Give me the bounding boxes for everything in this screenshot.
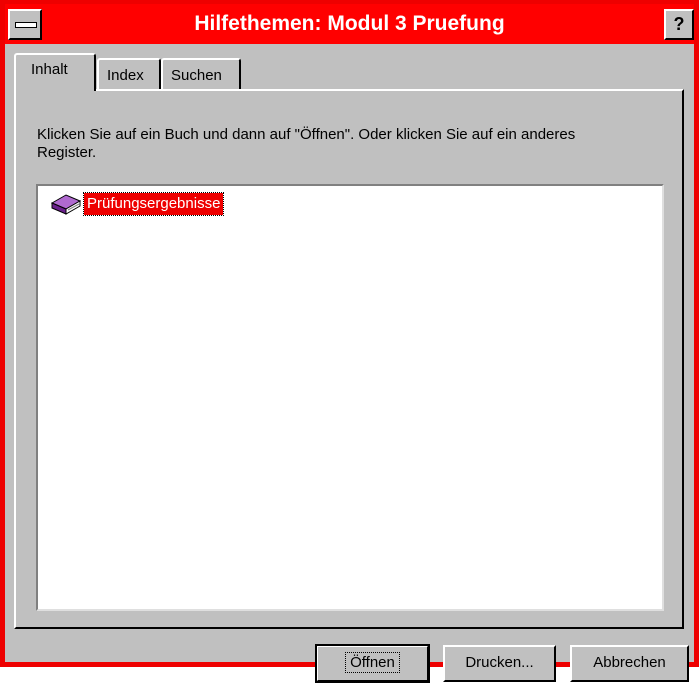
book-icon [50, 194, 82, 215]
tree-item-label: Prüfungsergebnisse [82, 192, 225, 216]
title-bar[interactable]: Hilfethemen: Modul 3 Pruefung ? [5, 4, 694, 44]
system-menu-bar-icon [15, 22, 37, 28]
print-button[interactable]: Drucken... [443, 645, 556, 682]
tab-index[interactable]: Index [97, 58, 161, 89]
window-title: Hilfethemen: Modul 3 Pruefung [194, 12, 505, 35]
contents-tree[interactable]: Prüfungsergebnisse [36, 184, 664, 611]
open-button[interactable]: Öffnen [315, 644, 430, 683]
tab-suchen[interactable]: Suchen [161, 58, 241, 89]
instructions-text: Klicken Sie auf ein Buch und dann auf "Ö… [37, 126, 576, 161]
open-button-label: Öffnen [345, 652, 400, 673]
system-menu-button[interactable] [8, 9, 42, 40]
cancel-button[interactable]: Abbrechen [570, 645, 689, 682]
help-button[interactable]: ? [664, 9, 694, 40]
tab-inhalt[interactable]: Inhalt [14, 53, 96, 91]
